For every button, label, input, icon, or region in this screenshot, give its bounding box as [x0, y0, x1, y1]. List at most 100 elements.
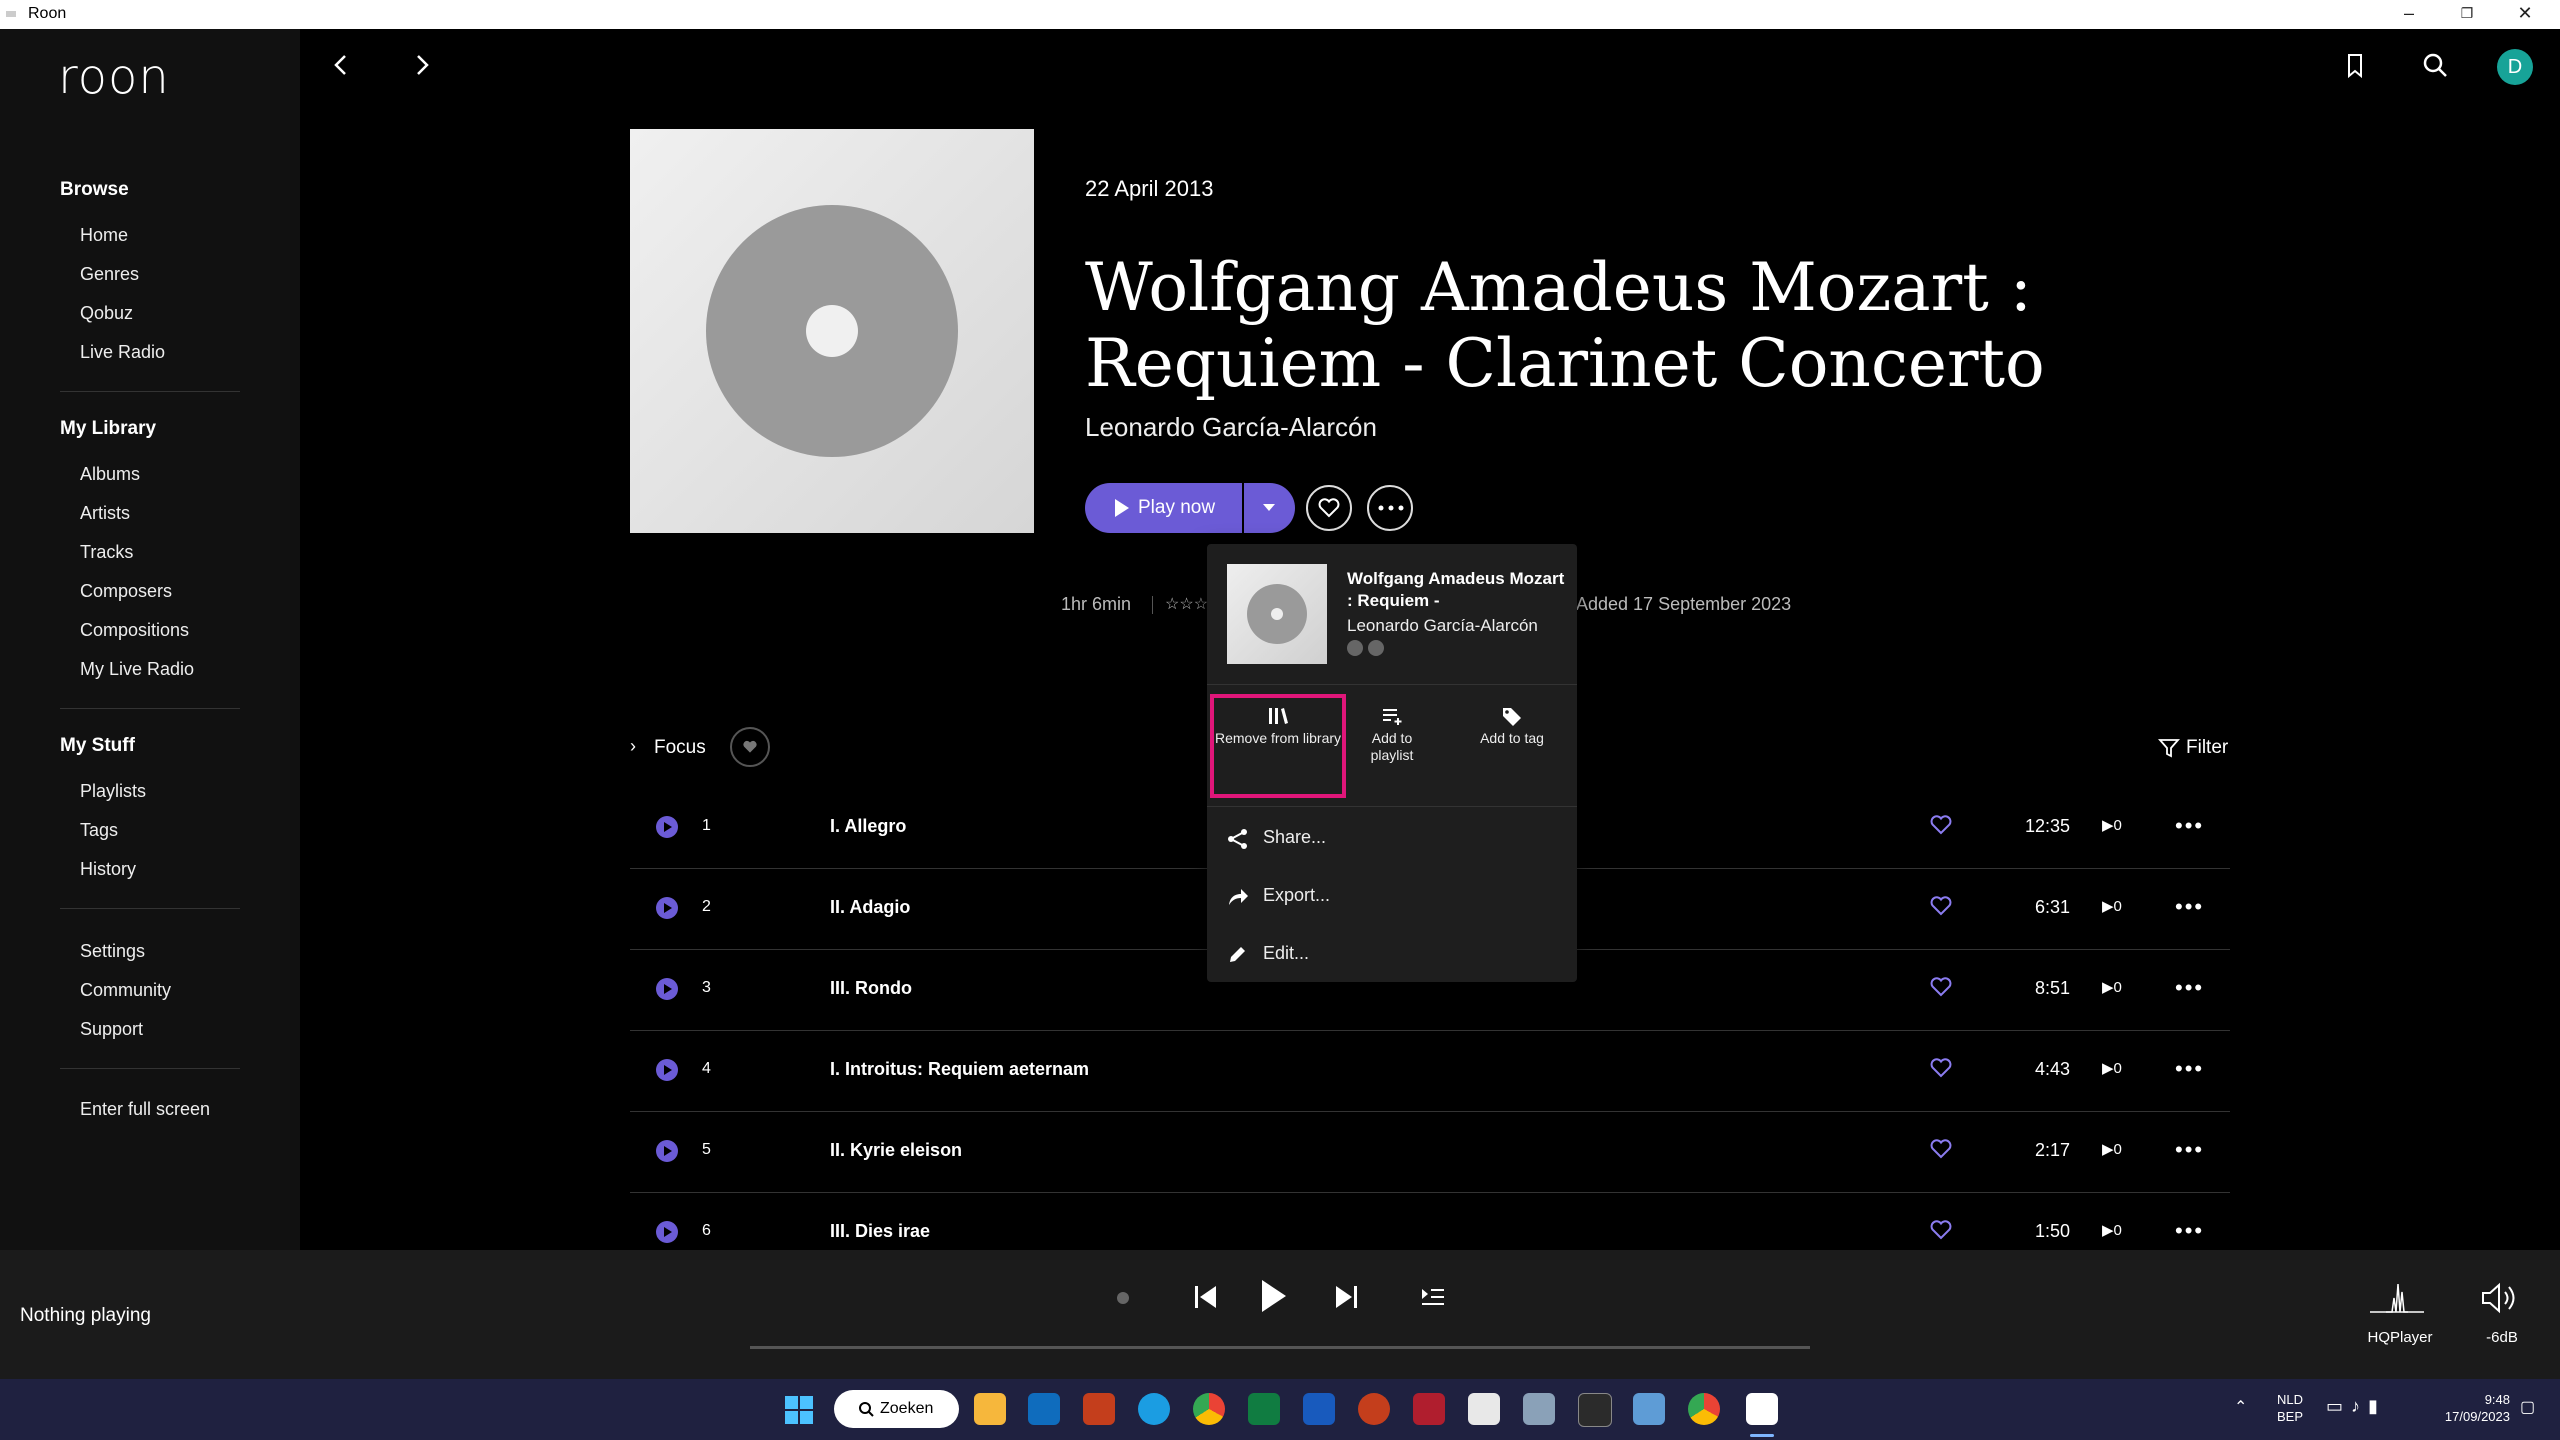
play-track-icon[interactable] [656, 816, 678, 838]
track-title[interactable]: III. Dies irae [830, 1221, 930, 1242]
excel-icon[interactable] [1248, 1393, 1280, 1425]
play-track-icon[interactable] [656, 978, 678, 1000]
back-arrow-icon[interactable] [326, 50, 356, 80]
sidebar-item-albums[interactable]: Albums [80, 464, 140, 485]
track-more-icon[interactable]: ••• [2175, 813, 2204, 839]
playback-progress-bar[interactable] [750, 1346, 1810, 1349]
heart-icon[interactable] [1930, 1139, 1952, 1159]
user-avatar[interactable]: D [2497, 49, 2533, 85]
remote-desktop-icon[interactable] [1523, 1393, 1555, 1425]
sidebar-item-playlists[interactable]: Playlists [80, 781, 146, 802]
roon-taskbar-icon[interactable] [1746, 1393, 1778, 1425]
track-number: 5 [702, 1141, 711, 1158]
bookmark-icon[interactable] [2340, 50, 2370, 80]
language-indicator[interactable]: NLD BEP [2277, 1391, 2303, 1425]
sidebar-item-live-radio[interactable]: Live Radio [80, 342, 165, 363]
notification-icon[interactable]: ▢ [2520, 1397, 2535, 1417]
track-more-icon[interactable]: ••• [2175, 975, 2204, 1001]
play-track-icon[interactable] [656, 1221, 678, 1243]
sidebar-heading-browse: Browse [60, 179, 129, 200]
add-to-tag-action[interactable]: Add to tag [1447, 694, 1577, 794]
track-row[interactable]: 6 III. Dies irae 1:50 ▶0 ••• [630, 1193, 2230, 1251]
sidebar-item-artists[interactable]: Artists [80, 503, 130, 524]
next-track-icon[interactable] [1333, 1283, 1359, 1311]
zone-name[interactable]: HQPlayer [2360, 1329, 2440, 1346]
track-more-icon[interactable]: ••• [2175, 1056, 2204, 1082]
track-more-icon[interactable]: ••• [2175, 1137, 2204, 1163]
track-more-icon[interactable]: ••• [2175, 1218, 2204, 1244]
play-options-dropdown[interactable] [1244, 483, 1295, 533]
track-more-icon[interactable]: ••• [2175, 894, 2204, 920]
minimize-icon[interactable]: – [2398, 2, 2420, 24]
system-tray-icons[interactable]: ▭♪▮ [2326, 1396, 2386, 1417]
sidebar-item-support[interactable]: Support [80, 1019, 143, 1040]
roon-remote-icon[interactable] [1468, 1393, 1500, 1425]
sidebar-item-compositions[interactable]: Compositions [80, 620, 189, 641]
sidebar-item-history[interactable]: History [80, 859, 136, 880]
sidebar-item-qobuz[interactable]: Qobuz [80, 303, 133, 324]
clock[interactable]: 9:48 17/09/2023 [2420, 1391, 2510, 1425]
word-icon[interactable] [1303, 1393, 1335, 1425]
track-row[interactable]: 5 II. Kyrie eleison 2:17 ▶0 ••• [630, 1112, 2230, 1193]
track-title[interactable]: II. Kyrie eleison [830, 1140, 962, 1161]
track-title[interactable]: III. Rondo [830, 978, 912, 999]
heart-icon[interactable] [1930, 1220, 1952, 1240]
sidebar-item-tracks[interactable]: Tracks [80, 542, 133, 563]
terminal-icon[interactable] [1578, 1393, 1612, 1427]
sidebar-item-my-live-radio[interactable]: My Live Radio [80, 659, 194, 680]
heart-icon[interactable] [1930, 896, 1952, 916]
powerpoint-icon[interactable] [1358, 1393, 1390, 1425]
track-title[interactable]: I. Allegro [830, 816, 906, 837]
rating-stars-icon[interactable]: ☆☆☆ [1165, 594, 1208, 614]
close-icon[interactable]: ✕ [2514, 2, 2536, 24]
sidebar-item-settings[interactable]: Settings [80, 941, 145, 962]
disc-icon [706, 205, 958, 457]
volume-icon[interactable] [2480, 1282, 2520, 1314]
enter-full-screen-link[interactable]: Enter full screen [80, 1099, 210, 1120]
heart-icon[interactable] [1930, 977, 1952, 997]
sidebar-item-community[interactable]: Community [80, 980, 171, 1001]
play-icon[interactable] [1258, 1278, 1288, 1314]
queue-icon[interactable] [1420, 1286, 1446, 1308]
heart-icon[interactable] [1930, 1058, 1952, 1078]
sidebar-item-composers[interactable]: Composers [80, 581, 172, 602]
network-tool-icon[interactable] [1633, 1393, 1665, 1425]
track-row[interactable]: 4 I. Introitus: Requiem aeternam 4:43 ▶0 ••• [630, 1031, 2230, 1112]
play-count: ▶0 [2102, 1222, 2122, 1239]
chevron-up-icon[interactable]: ⌃ [2234, 1397, 2247, 1417]
sidebar-item-genres[interactable]: Genres [80, 264, 139, 285]
play-track-icon[interactable] [656, 897, 678, 919]
search-icon[interactable] [2420, 50, 2450, 80]
office-app-icon[interactable] [1083, 1393, 1115, 1425]
outlook-icon[interactable] [1028, 1393, 1060, 1425]
previous-track-icon[interactable] [1193, 1283, 1219, 1311]
play-track-icon[interactable] [656, 1059, 678, 1081]
heart-icon [1318, 498, 1340, 518]
filter-icon [2158, 739, 2180, 758]
more-options-button[interactable] [1367, 485, 1413, 531]
add-to-playlist-action[interactable]: Add to playlist [1327, 694, 1457, 794]
heart-icon[interactable] [1930, 815, 1952, 835]
sidebar-item-tags[interactable]: Tags [80, 820, 118, 841]
sidebar-item-home[interactable]: Home [80, 225, 128, 246]
play-track-icon[interactable] [656, 1140, 678, 1162]
favorites-filter-button[interactable] [730, 727, 770, 767]
edge-icon[interactable] [1138, 1393, 1170, 1425]
windows-start-icon[interactable] [784, 1395, 814, 1425]
track-title[interactable]: II. Adagio [830, 897, 910, 918]
track-number: 2 [702, 898, 711, 915]
track-title[interactable]: I. Introitus: Requiem aeternam [830, 1059, 1089, 1080]
focus-label: Focus [654, 737, 706, 758]
restore-icon[interactable]: ❐ [2456, 2, 2478, 24]
album-artist[interactable]: Leonardo García-Alarcón [1085, 412, 1377, 443]
hqplayer-zone-icon[interactable] [2368, 1278, 2426, 1316]
play-count: ▶0 [2102, 1141, 2122, 1158]
chrome-icon[interactable] [1688, 1393, 1720, 1425]
play-now-button[interactable]: Play now [1085, 483, 1242, 533]
file-explorer-icon[interactable] [974, 1393, 1006, 1425]
taskbar-search[interactable]: Zoeken [834, 1390, 959, 1428]
app-icon[interactable] [1413, 1393, 1445, 1425]
forward-arrow-icon[interactable] [407, 50, 437, 80]
favorite-album-button[interactable] [1306, 485, 1352, 531]
chrome-icon[interactable] [1193, 1393, 1225, 1425]
